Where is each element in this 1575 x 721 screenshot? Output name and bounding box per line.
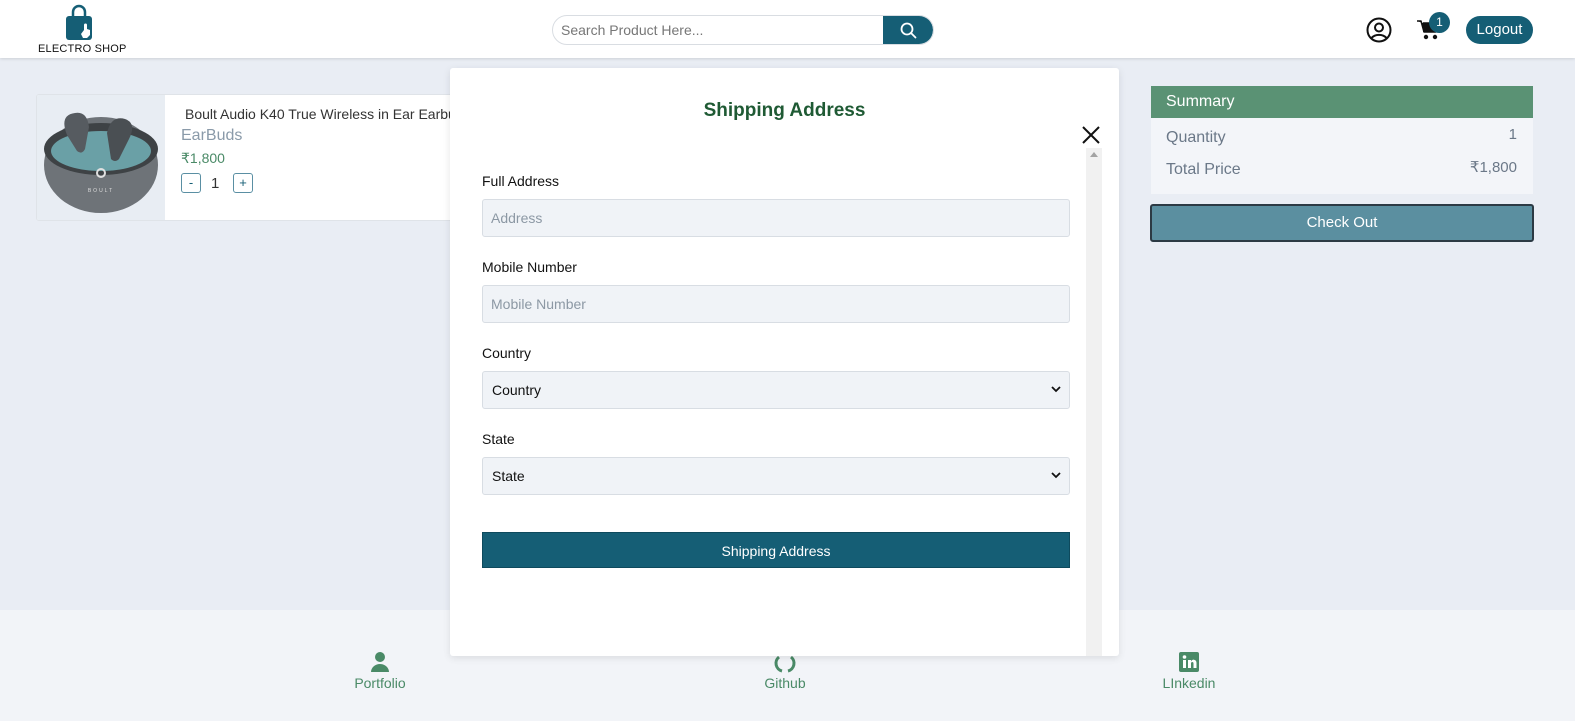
address-input[interactable] bbox=[482, 199, 1070, 237]
close-icon[interactable] bbox=[1081, 125, 1101, 145]
mobile-number-label: Mobile Number bbox=[482, 259, 577, 275]
footer-link-label: LInkedin bbox=[1162, 675, 1216, 691]
footer-link-portfolio[interactable]: Portfolio bbox=[330, 651, 430, 691]
mobile-number-input[interactable] bbox=[482, 285, 1070, 323]
country-select-value: Country bbox=[492, 382, 542, 398]
quantity-total: 1 bbox=[1508, 126, 1517, 143]
increase-quantity-button[interactable]: + bbox=[233, 173, 253, 193]
search-button[interactable] bbox=[883, 16, 933, 44]
search-bar bbox=[552, 15, 934, 45]
scroll-up-arrow-icon[interactable] bbox=[1090, 152, 1098, 157]
decrease-quantity-button[interactable]: - bbox=[181, 173, 201, 193]
full-address-label: Full Address bbox=[482, 173, 560, 189]
cart-count-badge: 1 bbox=[1429, 12, 1450, 33]
cart-item-card: BOULT Boult Audio K40 True Wireless in E… bbox=[36, 94, 456, 221]
state-select[interactable]: State bbox=[482, 457, 1070, 495]
country-select[interactable]: Country bbox=[482, 371, 1070, 409]
state-select-value: State bbox=[492, 468, 525, 484]
product-price: ₹1,800 bbox=[181, 150, 225, 166]
footer-link-label: Portfolio bbox=[354, 675, 406, 691]
product-category: EarBuds bbox=[181, 127, 243, 144]
checkout-button[interactable]: Check Out bbox=[1150, 204, 1534, 242]
quantity-value: 1 bbox=[211, 175, 220, 192]
shipping-address-modal: Shipping Address Full Address Mobile Num… bbox=[450, 68, 1119, 656]
total-price-value: ₹1,800 bbox=[1469, 159, 1517, 176]
product-image: BOULT bbox=[37, 95, 165, 220]
modal-scrollbar[interactable] bbox=[1086, 148, 1102, 656]
modal-title: Shipping Address bbox=[703, 100, 866, 121]
quantity-label: Quantity bbox=[1166, 129, 1226, 146]
logout-button[interactable]: Logout bbox=[1466, 16, 1533, 44]
logo[interactable]: ELECTRO SHOP bbox=[36, 4, 126, 56]
footer-link-linkedin[interactable]: LInkedin bbox=[1139, 651, 1239, 691]
shopping-bag-icon bbox=[66, 4, 92, 40]
footer-link-label: Github bbox=[764, 675, 806, 691]
total-price-label: Total Price bbox=[1166, 161, 1241, 178]
chevron-down-icon bbox=[1051, 472, 1061, 479]
svg-text:BOULT: BOULT bbox=[88, 188, 114, 194]
chevron-down-icon bbox=[1051, 386, 1061, 393]
logo-text: ELECTRO SHOP bbox=[38, 43, 127, 55]
product-title[interactable]: Boult Audio K40 True Wireless in Ear Ear… bbox=[185, 106, 455, 122]
footer-link-github[interactable]: Github bbox=[735, 651, 835, 691]
header: ELECTRO SHOP 1 Logout bbox=[0, 0, 1575, 58]
earbuds-image: BOULT bbox=[44, 112, 158, 213]
shipping-address-submit-button[interactable]: Shipping Address bbox=[482, 532, 1070, 568]
summary-panel: Summary Quantity 1 Total Price ₹1,800 bbox=[1151, 86, 1533, 194]
search-input[interactable] bbox=[553, 16, 885, 44]
summary-title: Summary bbox=[1151, 86, 1533, 118]
linkedin-icon bbox=[1179, 652, 1199, 672]
state-label: State bbox=[482, 431, 515, 447]
search-icon bbox=[900, 22, 916, 38]
country-label: Country bbox=[482, 345, 532, 361]
person-icon bbox=[371, 652, 389, 672]
user-account-icon[interactable] bbox=[1366, 17, 1392, 43]
